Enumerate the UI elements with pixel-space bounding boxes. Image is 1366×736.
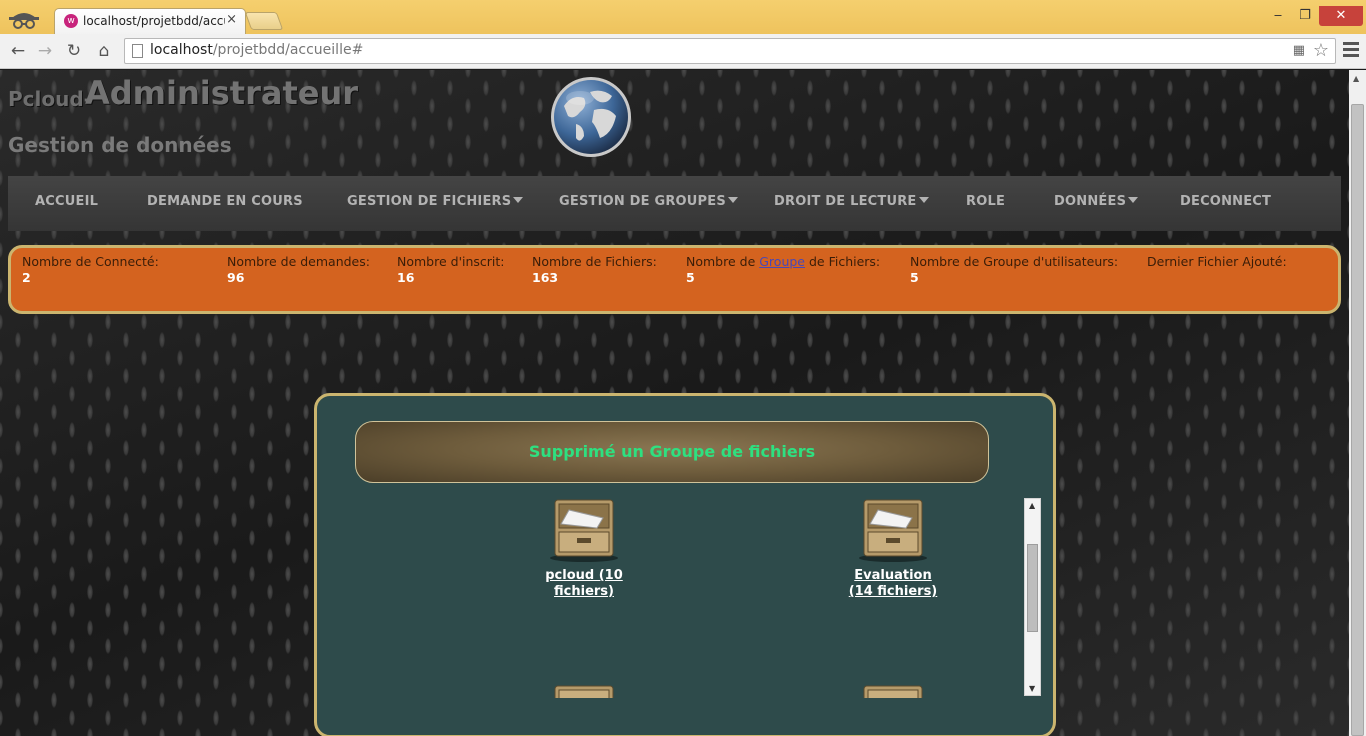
nav-donnees[interactable]: DONNÉES	[1054, 194, 1139, 209]
stat-demandes: Nombre de demandes: 96	[227, 254, 370, 285]
file-cabinet-icon[interactable]	[547, 684, 621, 698]
globe-icon	[551, 77, 631, 157]
scroll-down-arrow-icon[interactable]: ▼	[1029, 684, 1035, 693]
minimize-button[interactable]: ‒	[1265, 6, 1291, 26]
new-tab-button[interactable]	[244, 12, 284, 30]
nav-droit-lecture[interactable]: DROIT DE LECTURE	[774, 194, 929, 209]
home-icon[interactable]: ⌂	[92, 40, 116, 62]
maximize-button[interactable]: ❐	[1292, 6, 1318, 26]
address-bar[interactable]: localhost/projetbdd/accueille# ▦ ☆	[124, 38, 1336, 64]
browser-toolbar: ← → ↻ ⌂ localhost/projetbdd/accueille# ▦…	[0, 34, 1366, 69]
dropdown-caret-icon	[1128, 197, 1139, 203]
stat-fichiers: Nombre de Fichiers: 163	[532, 254, 657, 285]
groupe-link[interactable]: Groupe	[759, 254, 805, 269]
reload-icon[interactable]: ↻	[62, 40, 86, 62]
stat-connectes: Nombre de Connecté: 2	[22, 254, 159, 285]
stat-value: 5	[910, 270, 919, 285]
stat-inscrits: Nombre d'inscrit: 16	[397, 254, 505, 285]
stat-value: 163	[532, 270, 559, 285]
favicon-icon: w	[64, 14, 78, 28]
dropdown-caret-icon	[513, 197, 524, 203]
nav-demande-en-cours[interactable]: DEMANDE EN COURS	[147, 194, 303, 209]
nav-gestion-fichiers[interactable]: GESTION DE FICHIERS	[347, 194, 524, 209]
dropdown-caret-icon	[918, 197, 929, 203]
browser-titlebar: w localhost/projetbdd/accu × ‒ ❐ ✕	[0, 0, 1366, 35]
tab-title: localhost/projetbdd/accu	[83, 14, 225, 28]
close-window-button[interactable]: ✕	[1319, 6, 1363, 26]
page-icon	[132, 44, 143, 58]
delete-group-panel: Supprimé un Groupe de fichiers pcloud (1…	[314, 393, 1056, 736]
nav-role[interactable]: ROLE	[966, 194, 1005, 209]
scroll-up-arrow-icon[interactable]: ▲	[1029, 501, 1035, 510]
stats-bar: Nombre de Connecté: 2 Nombre de demandes…	[8, 245, 1341, 314]
page-subtitle: Gestion de données	[8, 133, 232, 157]
translate-icon[interactable]: ▦	[1293, 43, 1305, 58]
panel-header: Supprimé un Groupe de fichiers	[355, 421, 989, 483]
browser-tab[interactable]: w localhost/projetbdd/accu ×	[54, 8, 246, 35]
stat-value: 5	[686, 270, 695, 285]
scrollbar-thumb[interactable]	[1027, 544, 1038, 632]
list-item[interactable]: Evaluation (14 fichiers)	[793, 498, 993, 600]
stat-value: 2	[22, 270, 31, 285]
panel-title: Supprimé un Groupe de fichiers	[528, 442, 816, 461]
url-text: localhost/projetbdd/accueille#	[150, 42, 364, 58]
stat-value: 96	[227, 270, 245, 285]
nav-accueil[interactable]: ACCUEIL	[35, 194, 98, 209]
nav-gestion-groupes[interactable]: GESTION DE GROUPES	[559, 194, 738, 209]
group-link[interactable]: Evaluation (14 fichiers)	[843, 568, 943, 600]
bookmark-star-icon[interactable]: ☆	[1313, 40, 1329, 61]
file-cabinet-icon[interactable]	[856, 684, 930, 698]
group-list-scrollbar[interactable]: ▲ ▼	[1024, 498, 1041, 696]
file-cabinet-icon[interactable]	[547, 498, 621, 562]
tab-close-icon[interactable]: ×	[226, 12, 237, 27]
list-item[interactable]	[484, 684, 684, 698]
group-link[interactable]: pcloud (10 fichiers)	[534, 568, 634, 600]
group-list[interactable]: pcloud (10 fichiers) Evaluation (14 fich…	[357, 498, 1043, 698]
page-content: Pcloud- Administrateur Gestion de donnée…	[0, 70, 1349, 736]
page-title: Administrateur	[85, 74, 359, 112]
nav-deconnect[interactable]: DECONNECT	[1180, 194, 1271, 209]
page-scrollbar[interactable]: ▲	[1349, 70, 1366, 736]
stat-value: 16	[397, 270, 415, 285]
stat-dernier-fichier: Dernier Fichier Ajouté:	[1147, 254, 1287, 269]
back-arrow-icon[interactable]: ←	[6, 40, 30, 62]
stat-groupes-fichiers: Nombre de Groupe de Fichiers: 5	[686, 254, 881, 285]
stat-groupes-utilisateurs: Nombre de Groupe d'utilisateurs: 5	[910, 254, 1119, 285]
dropdown-caret-icon	[727, 197, 738, 203]
browser-menu-icon[interactable]	[1343, 42, 1359, 60]
scroll-up-arrow-icon[interactable]: ▲	[1353, 74, 1359, 83]
list-item[interactable]	[793, 684, 993, 698]
main-nav: ACCUEIL DEMANDE EN COURS GESTION DE FICH…	[8, 176, 1341, 231]
file-cabinet-icon[interactable]	[856, 498, 930, 562]
incognito-icon	[9, 13, 39, 29]
forward-arrow-icon[interactable]: →	[33, 40, 57, 62]
logo-prefix: Pcloud-	[8, 87, 92, 111]
list-item[interactable]: pcloud (10 fichiers)	[484, 498, 684, 600]
scrollbar-thumb[interactable]	[1351, 104, 1364, 736]
